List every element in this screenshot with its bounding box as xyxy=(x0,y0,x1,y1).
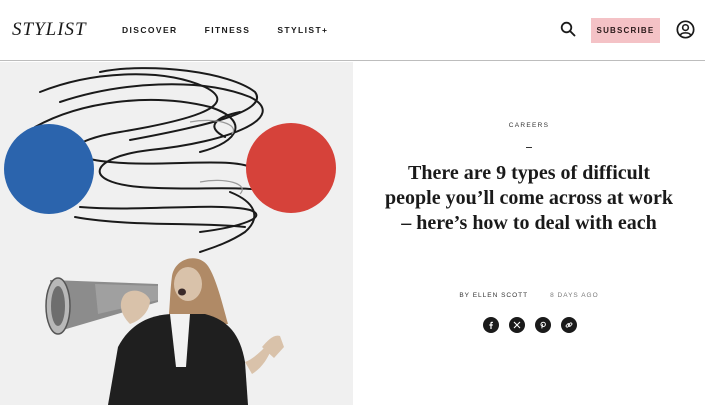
subscribe-button[interactable]: SUBSCRIBE xyxy=(591,18,660,43)
nav-item-discover[interactable]: DISCOVER xyxy=(122,25,178,35)
x-icon xyxy=(513,321,521,329)
article-header: CAREERS There are 9 types of difficult p… xyxy=(353,62,705,405)
copy-link-button[interactable] xyxy=(561,317,577,333)
blue-circle xyxy=(4,124,94,214)
article-title: There are 9 types of difficult people yo… xyxy=(385,162,673,234)
article-byline: BY ELLEN SCOTT 8 DAYS AGO xyxy=(353,292,705,299)
x-share-button[interactable] xyxy=(509,317,525,333)
link-icon xyxy=(565,322,573,328)
red-circle xyxy=(246,123,336,213)
pinterest-share-button[interactable] xyxy=(535,317,551,333)
nav-item-fitness[interactable]: FITNESS xyxy=(205,25,251,35)
article-category[interactable]: CAREERS xyxy=(353,122,705,129)
nav-item-stylist-plus[interactable]: STYLIST+ xyxy=(277,25,328,35)
facebook-icon xyxy=(489,321,493,329)
article-author[interactable]: BY ELLEN SCOTT xyxy=(459,292,528,299)
page-bottom xyxy=(0,405,705,412)
category-divider xyxy=(526,147,532,148)
share-buttons xyxy=(483,317,577,333)
site-logo[interactable]: STYLIST xyxy=(12,19,87,41)
hero-image[interactable] xyxy=(0,62,353,405)
hero-illustration xyxy=(0,62,353,405)
search-icon[interactable] xyxy=(560,21,576,37)
account-icon[interactable] xyxy=(676,20,695,39)
pinterest-icon xyxy=(540,321,546,329)
main-nav: DISCOVER FITNESS STYLIST+ xyxy=(122,25,355,35)
site-header: STYLIST DISCOVER FITNESS STYLIST+ SUBSCR… xyxy=(0,0,705,61)
facebook-share-button[interactable] xyxy=(483,317,499,333)
article-date: 8 DAYS AGO xyxy=(550,292,599,299)
